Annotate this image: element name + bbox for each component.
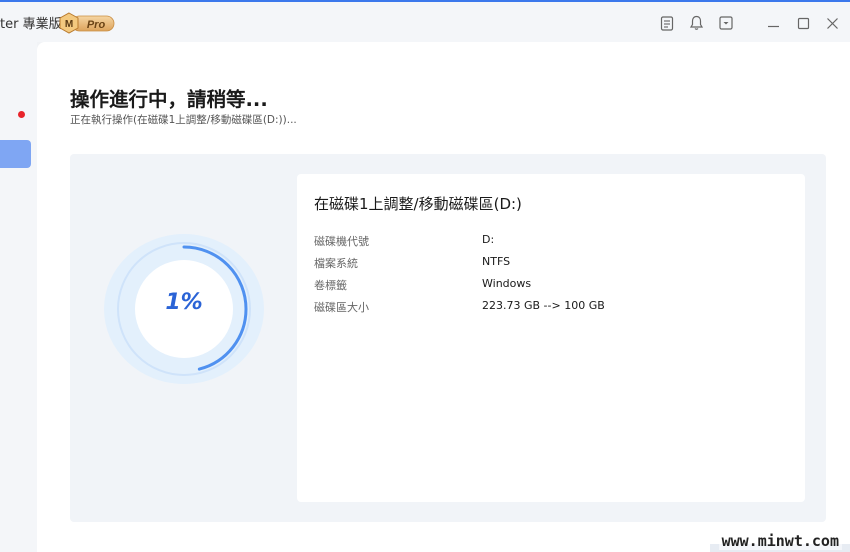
detail-label: 檔案系統 <box>314 257 358 270</box>
detail-row-volume-size: 磁碟區大小 223.73 GB --> 100 GB <box>314 299 784 315</box>
minimize-icon[interactable] <box>762 12 784 34</box>
operation-details-card: 在磁碟1上調整/移動磁碟區(D:) 磁碟機代號 D: 檔案系統 NTFS 卷標籤… <box>297 174 805 502</box>
detail-value: D: <box>482 233 495 246</box>
detail-label: 卷標籤 <box>314 279 347 292</box>
bell-icon[interactable] <box>685 12 707 34</box>
progress-panel: 1% 在磁碟1上調整/移動磁碟區(D:) 磁碟機代號 D: 檔案系統 NTFS … <box>70 154 826 522</box>
operation-title: 在磁碟1上調整/移動磁碟區(D:) <box>314 195 522 213</box>
badge-text: Pro <box>87 19 106 31</box>
watermark: www.minwt.com <box>718 532 842 550</box>
title-bar: ter 專業版 M Pro <box>0 0 850 42</box>
page-title: 操作進行中，請稍等... <box>70 88 268 111</box>
progress-percent: 1% <box>165 290 203 315</box>
detail-row-file-system: 檔案系統 NTFS <box>314 255 784 271</box>
sidebar <box>0 42 37 552</box>
notification-dot <box>18 111 25 118</box>
detail-label: 磁碟區大小 <box>314 301 369 314</box>
main-content: 操作進行中，請稍等... 正在執行操作(在磁碟1上調整/移動磁碟區(D:))..… <box>37 42 850 552</box>
progress-ring: 1% <box>104 233 264 384</box>
detail-value: 223.73 GB --> 100 GB <box>482 299 605 312</box>
detail-row-drive-letter: 磁碟機代號 D: <box>314 233 784 249</box>
dropdown-icon[interactable] <box>715 12 737 34</box>
maximize-icon[interactable] <box>792 12 814 34</box>
detail-row-volume-label: 卷標籤 Windows <box>314 277 784 293</box>
app-title: ter 專業版 <box>0 17 62 32</box>
close-icon[interactable] <box>821 12 843 34</box>
sidebar-item-active[interactable] <box>0 140 31 168</box>
detail-value: Windows <box>482 277 532 290</box>
pro-badge: M Pro <box>59 12 115 34</box>
detail-value: NTFS <box>482 255 511 268</box>
badge-letter: M <box>65 19 73 30</box>
note-icon[interactable] <box>656 12 678 34</box>
operation-status-text: 正在執行操作(在磁碟1上調整/移動磁碟區(D:))... <box>70 114 297 126</box>
detail-label: 磁碟機代號 <box>314 235 369 248</box>
